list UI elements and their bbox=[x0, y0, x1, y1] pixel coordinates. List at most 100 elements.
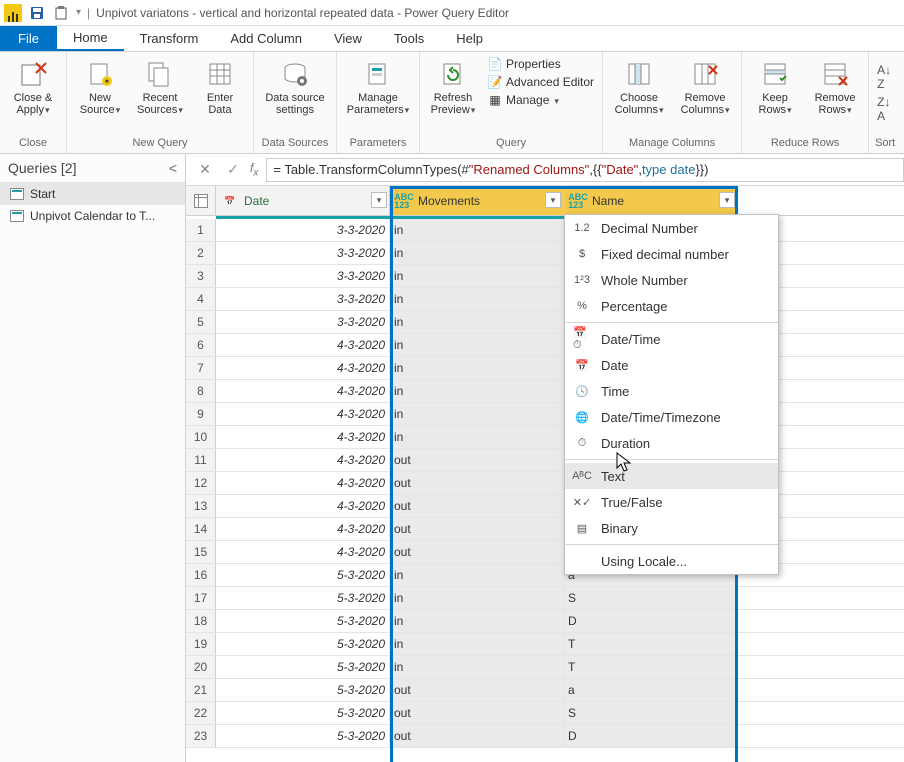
cell-movements[interactable]: in bbox=[390, 426, 564, 448]
close-apply-button[interactable]: Close & Apply bbox=[6, 56, 60, 116]
column-header-movements[interactable]: ABC 123 Movements ▾ bbox=[390, 186, 564, 215]
table-row[interactable]: 104-3-2020in bbox=[186, 426, 904, 449]
row-number[interactable]: 14 bbox=[186, 518, 216, 540]
row-number[interactable]: 18 bbox=[186, 610, 216, 632]
cell-date[interactable]: 5-3-2020 bbox=[216, 633, 390, 655]
enter-data-button[interactable]: Enter Data bbox=[193, 56, 247, 116]
type-option-duration[interactable]: ⏱Duration bbox=[565, 430, 778, 456]
table-row[interactable]: 144-3-2020out bbox=[186, 518, 904, 541]
type-option-binary[interactable]: ▤Binary bbox=[565, 515, 778, 541]
query-item-start[interactable]: Start bbox=[0, 183, 185, 205]
table-row[interactable]: 84-3-2020in bbox=[186, 380, 904, 403]
filter-dropdown-icon[interactable]: ▾ bbox=[545, 192, 561, 208]
remove-rows-button[interactable]: Remove Rows bbox=[808, 56, 862, 116]
keep-rows-button[interactable]: Keep Rows bbox=[748, 56, 802, 116]
table-row[interactable]: 13-3-2020in bbox=[186, 219, 904, 242]
cell-movements[interactable]: in bbox=[390, 656, 564, 678]
cell-movements[interactable]: out bbox=[390, 495, 564, 517]
cell-movements[interactable]: in bbox=[390, 380, 564, 402]
cell-date[interactable]: 5-3-2020 bbox=[216, 564, 390, 586]
type-option-whole-number[interactable]: 1²3Whole Number bbox=[565, 267, 778, 293]
row-number[interactable]: 3 bbox=[186, 265, 216, 287]
cell-date[interactable]: 4-3-2020 bbox=[216, 380, 390, 402]
row-number[interactable]: 12 bbox=[186, 472, 216, 494]
cell-name[interactable]: a bbox=[564, 679, 738, 701]
row-number[interactable]: 15 bbox=[186, 541, 216, 563]
refresh-preview-button[interactable]: Refresh Preview bbox=[426, 56, 480, 116]
manage-button[interactable]: ▦Manage bbox=[486, 92, 596, 108]
cell-date[interactable]: 5-3-2020 bbox=[216, 725, 390, 747]
cell-name[interactable]: T bbox=[564, 633, 738, 655]
any-type-icon[interactable]: ABC 123 bbox=[394, 192, 414, 210]
cell-movements[interactable]: out bbox=[390, 449, 564, 471]
cell-date[interactable]: 4-3-2020 bbox=[216, 472, 390, 494]
row-number[interactable]: 10 bbox=[186, 426, 216, 448]
filter-dropdown-icon[interactable]: ▾ bbox=[719, 192, 735, 208]
cell-date[interactable]: 4-3-2020 bbox=[216, 495, 390, 517]
collapse-panel-icon[interactable]: < bbox=[169, 160, 177, 176]
cell-movements[interactable]: in bbox=[390, 403, 564, 425]
tab-help[interactable]: Help bbox=[440, 26, 499, 51]
row-number[interactable]: 13 bbox=[186, 495, 216, 517]
cell-name[interactable]: T bbox=[564, 656, 738, 678]
cell-movements[interactable]: in bbox=[390, 610, 564, 632]
table-row[interactable]: 33-3-2020in bbox=[186, 265, 904, 288]
cell-movements[interactable]: in bbox=[390, 564, 564, 586]
cell-date[interactable]: 5-3-2020 bbox=[216, 679, 390, 701]
table-row[interactable]: 23-3-2020in bbox=[186, 242, 904, 265]
accept-formula-icon[interactable]: ✓ bbox=[222, 159, 244, 181]
table-row[interactable]: 154-3-2020out bbox=[186, 541, 904, 564]
type-option-percentage[interactable]: %Percentage bbox=[565, 293, 778, 319]
row-number[interactable]: 17 bbox=[186, 587, 216, 609]
select-all-corner[interactable] bbox=[186, 186, 216, 215]
cell-movements[interactable]: in bbox=[390, 311, 564, 333]
row-number[interactable]: 11 bbox=[186, 449, 216, 471]
cell-movements[interactable]: out bbox=[390, 472, 564, 494]
cell-date[interactable]: 5-3-2020 bbox=[216, 656, 390, 678]
row-number[interactable]: 1 bbox=[186, 219, 216, 241]
type-option-date-time-timezone[interactable]: 🌐Date/Time/Timezone bbox=[565, 404, 778, 430]
save-icon[interactable] bbox=[26, 2, 48, 24]
cell-movements[interactable]: out bbox=[390, 518, 564, 540]
table-row[interactable]: 114-3-2020out bbox=[186, 449, 904, 472]
cell-date[interactable]: 5-3-2020 bbox=[216, 587, 390, 609]
table-row[interactable]: 185-3-2020inD bbox=[186, 610, 904, 633]
row-number[interactable]: 6 bbox=[186, 334, 216, 356]
cell-movements[interactable]: in bbox=[390, 633, 564, 655]
data-source-settings-button[interactable]: Data source settings bbox=[260, 56, 330, 116]
cell-date[interactable]: 3-3-2020 bbox=[216, 265, 390, 287]
row-number[interactable]: 19 bbox=[186, 633, 216, 655]
row-number[interactable]: 2 bbox=[186, 242, 216, 264]
row-number[interactable]: 20 bbox=[186, 656, 216, 678]
row-number[interactable]: 4 bbox=[186, 288, 216, 310]
recent-sources-button[interactable]: Recent Sources bbox=[133, 56, 187, 116]
cell-name[interactable]: S bbox=[564, 587, 738, 609]
table-row[interactable]: 235-3-2020outD bbox=[186, 725, 904, 748]
table-row[interactable]: 74-3-2020in bbox=[186, 357, 904, 380]
type-option-fixed-decimal-number[interactable]: $Fixed decimal number bbox=[565, 241, 778, 267]
cell-date[interactable]: 4-3-2020 bbox=[216, 518, 390, 540]
type-option-text[interactable]: AᴮCText bbox=[565, 463, 778, 489]
advanced-editor-button[interactable]: 📝Advanced Editor bbox=[486, 74, 596, 90]
cancel-formula-icon[interactable]: ✕ bbox=[194, 159, 216, 181]
row-number[interactable]: 8 bbox=[186, 380, 216, 402]
cell-date[interactable]: 4-3-2020 bbox=[216, 357, 390, 379]
new-source-button[interactable]: ✶ New Source bbox=[73, 56, 127, 116]
row-number[interactable]: 16 bbox=[186, 564, 216, 586]
cell-movements[interactable]: in bbox=[390, 587, 564, 609]
cell-date[interactable]: 4-3-2020 bbox=[216, 403, 390, 425]
cell-name[interactable]: S bbox=[564, 702, 738, 724]
cell-movements[interactable]: in bbox=[390, 219, 564, 241]
table-row[interactable]: 205-3-2020inT bbox=[186, 656, 904, 679]
cell-date[interactable]: 5-3-2020 bbox=[216, 702, 390, 724]
cell-date[interactable]: 3-3-2020 bbox=[216, 288, 390, 310]
cell-movements[interactable]: out bbox=[390, 725, 564, 747]
cell-date[interactable]: 4-3-2020 bbox=[216, 541, 390, 563]
row-number[interactable]: 23 bbox=[186, 725, 216, 747]
type-option-date[interactable]: 📅Date bbox=[565, 352, 778, 378]
cell-movements[interactable]: in bbox=[390, 288, 564, 310]
any-type-icon[interactable]: ABC 123 bbox=[568, 192, 588, 210]
formula-input[interactable]: = Table.TransformColumnTypes(#"Renamed C… bbox=[266, 158, 904, 182]
column-header-name[interactable]: ABC 123 Name ▾ bbox=[564, 186, 738, 215]
properties-button[interactable]: 📄Properties bbox=[486, 56, 596, 72]
